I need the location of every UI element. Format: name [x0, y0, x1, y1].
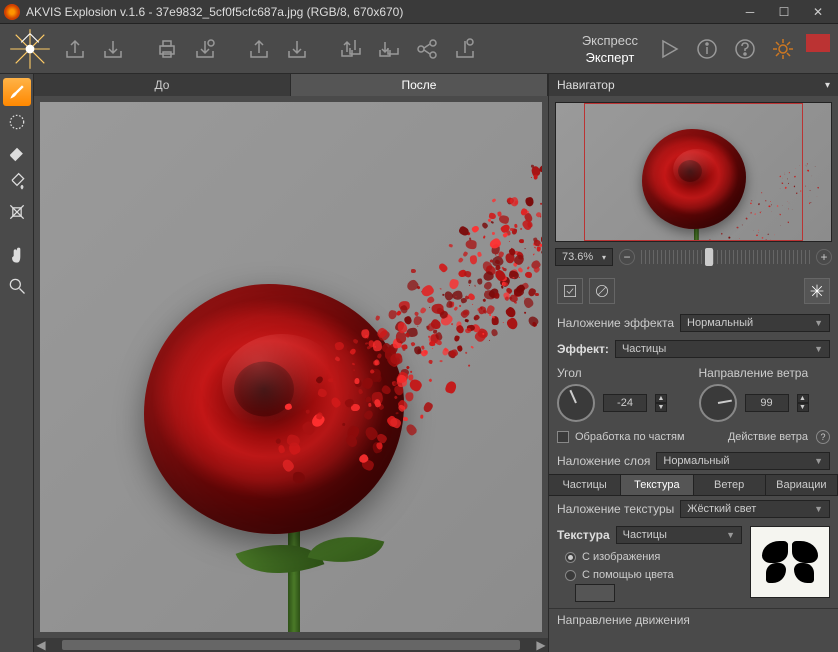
radio-from-color-label: С помощью цвета: [582, 569, 674, 581]
subtab-texture[interactable]: Текстура: [621, 475, 693, 495]
open-icon[interactable]: [60, 34, 90, 64]
brush-tool[interactable]: [3, 78, 31, 106]
batch-open-icon[interactable]: [336, 34, 366, 64]
settings-export-icon[interactable]: [450, 34, 480, 64]
tool-palette: [0, 74, 34, 652]
layer-overlay-dropdown[interactable]: Нормальный▼: [656, 452, 830, 470]
process-parts-checkbox[interactable]: [557, 431, 569, 443]
effect-dropdown[interactable]: Частицы▼: [615, 340, 830, 358]
zoom-in-button[interactable]: +: [816, 249, 832, 265]
color-swatch[interactable]: [575, 584, 615, 602]
batch-save-icon[interactable]: [374, 34, 404, 64]
overlay-dropdown[interactable]: Нормальный▼: [680, 314, 830, 332]
overlay-label: Наложение эффекта: [557, 316, 674, 330]
notification-icon[interactable]: [806, 34, 830, 52]
angle-input[interactable]: [603, 394, 647, 412]
angle-dial[interactable]: [557, 384, 595, 422]
subtab-particles[interactable]: Частицы: [549, 475, 621, 495]
preset-spark-button[interactable]: [804, 278, 830, 304]
layer-overlay-label: Наложение слоя: [557, 454, 650, 468]
navigator-title: Навигатор: [557, 78, 615, 92]
angle-label: Угол: [557, 366, 689, 380]
import-preset-icon[interactable]: [244, 34, 274, 64]
collapse-icon[interactable]: ▾: [825, 80, 830, 91]
texture-dropdown[interactable]: Частицы▼: [616, 526, 742, 544]
texture-label: Текстура: [557, 528, 610, 542]
print-icon[interactable]: [152, 34, 182, 64]
zoom-out-button[interactable]: −: [619, 249, 635, 265]
effect-label: Эффект:: [557, 342, 609, 356]
minimize-button[interactable]: ─: [734, 2, 766, 22]
preset-check-button[interactable]: [557, 278, 583, 304]
zoom-value[interactable]: 73.6%▾: [555, 248, 613, 266]
mode-express[interactable]: Экспресс: [582, 33, 638, 48]
app-icon: [4, 4, 20, 20]
main-toolbar: Экспресс Эксперт: [0, 24, 838, 74]
subtab-variations[interactable]: Вариации: [766, 475, 838, 495]
motion-label: Направление движения: [557, 613, 690, 627]
radio-from-color[interactable]: [565, 570, 576, 581]
selection-tool[interactable]: [3, 108, 31, 136]
export-icon[interactable]: [190, 34, 220, 64]
subtab-wind[interactable]: Ветер: [694, 475, 766, 495]
tex-overlay-label: Наложение текстуры: [557, 502, 674, 516]
run-icon[interactable]: [654, 34, 684, 64]
navigator-preview[interactable]: [555, 102, 832, 242]
crop-tool[interactable]: [3, 198, 31, 226]
canvas-viewport[interactable]: [34, 96, 548, 638]
prefs-icon[interactable]: [768, 34, 798, 64]
texture-preview[interactable]: [750, 526, 830, 598]
wind-up[interactable]: ▲: [797, 394, 809, 403]
info-icon[interactable]: [692, 34, 722, 64]
mode-expert[interactable]: Эксперт: [582, 50, 638, 65]
navigator-header: Навигатор ▾: [549, 74, 838, 96]
radio-from-image[interactable]: [565, 552, 576, 563]
radio-from-image-label: С изображения: [582, 551, 660, 563]
save-icon[interactable]: [98, 34, 128, 64]
wind-dir-input[interactable]: [745, 394, 789, 412]
eraser-tool[interactable]: [3, 138, 31, 166]
horizontal-scrollbar[interactable]: ◀ ▶: [34, 638, 548, 652]
export-preset-icon[interactable]: [282, 34, 312, 64]
hand-tool[interactable]: [3, 242, 31, 270]
maximize-button[interactable]: ☐: [768, 2, 800, 22]
zoom-tool[interactable]: [3, 272, 31, 300]
wind-action-label: Действие ветра: [728, 431, 808, 443]
right-panel: Навигатор ▾ 73.6%▾ − +: [548, 74, 838, 652]
tab-before[interactable]: До: [34, 74, 291, 96]
angle-up[interactable]: ▲: [655, 394, 667, 403]
logo-spark-icon: [8, 27, 52, 71]
wind-dir-dial[interactable]: [699, 384, 737, 422]
help-hint-icon[interactable]: ?: [816, 430, 830, 444]
tex-overlay-dropdown[interactable]: Жёсткий свет▼: [680, 500, 830, 518]
wind-dir-label: Направление ветра: [699, 366, 831, 380]
tab-after[interactable]: После: [291, 74, 548, 96]
titlebar: AKVIS Explosion v.1.6 - 37e9832_5cf0f5cf…: [0, 0, 838, 24]
angle-down[interactable]: ▼: [655, 403, 667, 412]
preset-disable-button[interactable]: [589, 278, 615, 304]
wind-down[interactable]: ▼: [797, 403, 809, 412]
bucket-tool[interactable]: [3, 168, 31, 196]
share-icon[interactable]: [412, 34, 442, 64]
window-title: AKVIS Explosion v.1.6 - 37e9832_5cf0f5cf…: [26, 5, 734, 19]
help-icon[interactable]: [730, 34, 760, 64]
close-button[interactable]: ✕: [802, 2, 834, 22]
zoom-slider[interactable]: [641, 250, 810, 264]
process-parts-label: Обработка по частям: [575, 431, 685, 443]
